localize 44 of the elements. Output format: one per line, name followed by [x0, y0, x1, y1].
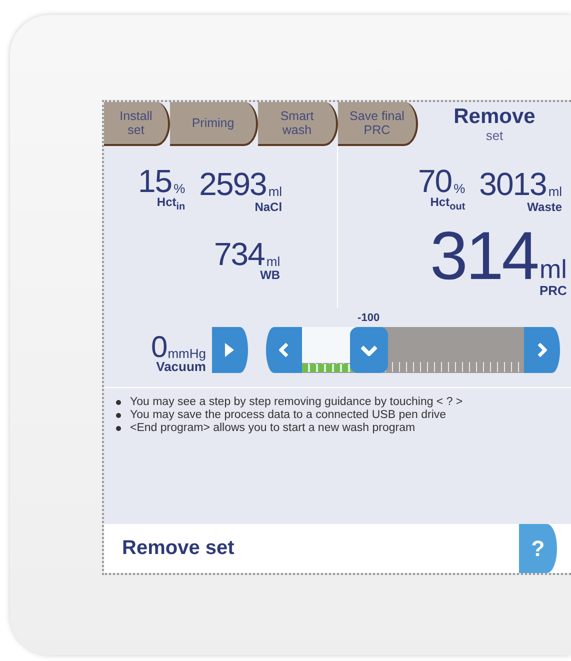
tab[interactable]: Smart wash [258, 102, 338, 146]
tab[interactable]: Priming [170, 102, 258, 146]
note-text: You may save the process data to a connected USB pen drive [130, 409, 446, 422]
reading-unit: mmHg [168, 346, 206, 361]
reading-unit: ml [538, 254, 567, 286]
reading-unit: % [172, 181, 186, 196]
reading-value: 70 [418, 166, 452, 196]
increase-button[interactable] [524, 327, 560, 373]
bullet-icon [116, 400, 121, 405]
reading-label: NaCl [254, 201, 282, 214]
reading-label: PRC [538, 285, 567, 298]
tab[interactable]: Remove set [418, 102, 571, 146]
setpoint-label: -100 [358, 312, 380, 324]
help-button[interactable]: ? [519, 524, 557, 573]
reading-unit: ml [265, 254, 280, 270]
reading-label: Vacuum [155, 361, 206, 373]
reading-unit: ml [547, 184, 562, 199]
play-icon [225, 343, 234, 357]
note-text: You may see a step by step removing guidance by touching < ? > [130, 396, 463, 409]
chevron-down-icon [360, 344, 377, 356]
tab[interactable]: Install set [104, 102, 170, 146]
reading-value: 2593 [199, 168, 266, 199]
reading-label: Waste [526, 201, 562, 214]
bullet-icon [116, 426, 121, 431]
reading-value: 314 [430, 227, 538, 286]
chevron-right-icon [536, 343, 547, 357]
reading-value: 0 [151, 335, 168, 361]
start-button[interactable] [212, 327, 248, 373]
slider-thumb[interactable] [350, 327, 388, 373]
reading-unit: ml [267, 184, 282, 199]
tab[interactable]: Save final PRC [338, 102, 418, 146]
chevron-left-icon [278, 343, 289, 357]
reading-value: 3013 [479, 168, 546, 199]
decrease-button[interactable] [266, 327, 302, 373]
reading-value: 15 [138, 166, 172, 196]
bullet-icon [116, 413, 121, 418]
reading-label: Hct$_{in}$ [156, 196, 186, 214]
screen-title: Remove set [122, 537, 236, 560]
reading-unit: % [452, 181, 466, 196]
tab-sublabel: set [486, 128, 504, 142]
reading-value: 734 [214, 239, 264, 270]
reading-label: WB [259, 269, 280, 282]
reading-label: Hct$_{out}$ [429, 196, 466, 214]
note-text: <End program> allows you to start a new wash program [130, 422, 416, 435]
